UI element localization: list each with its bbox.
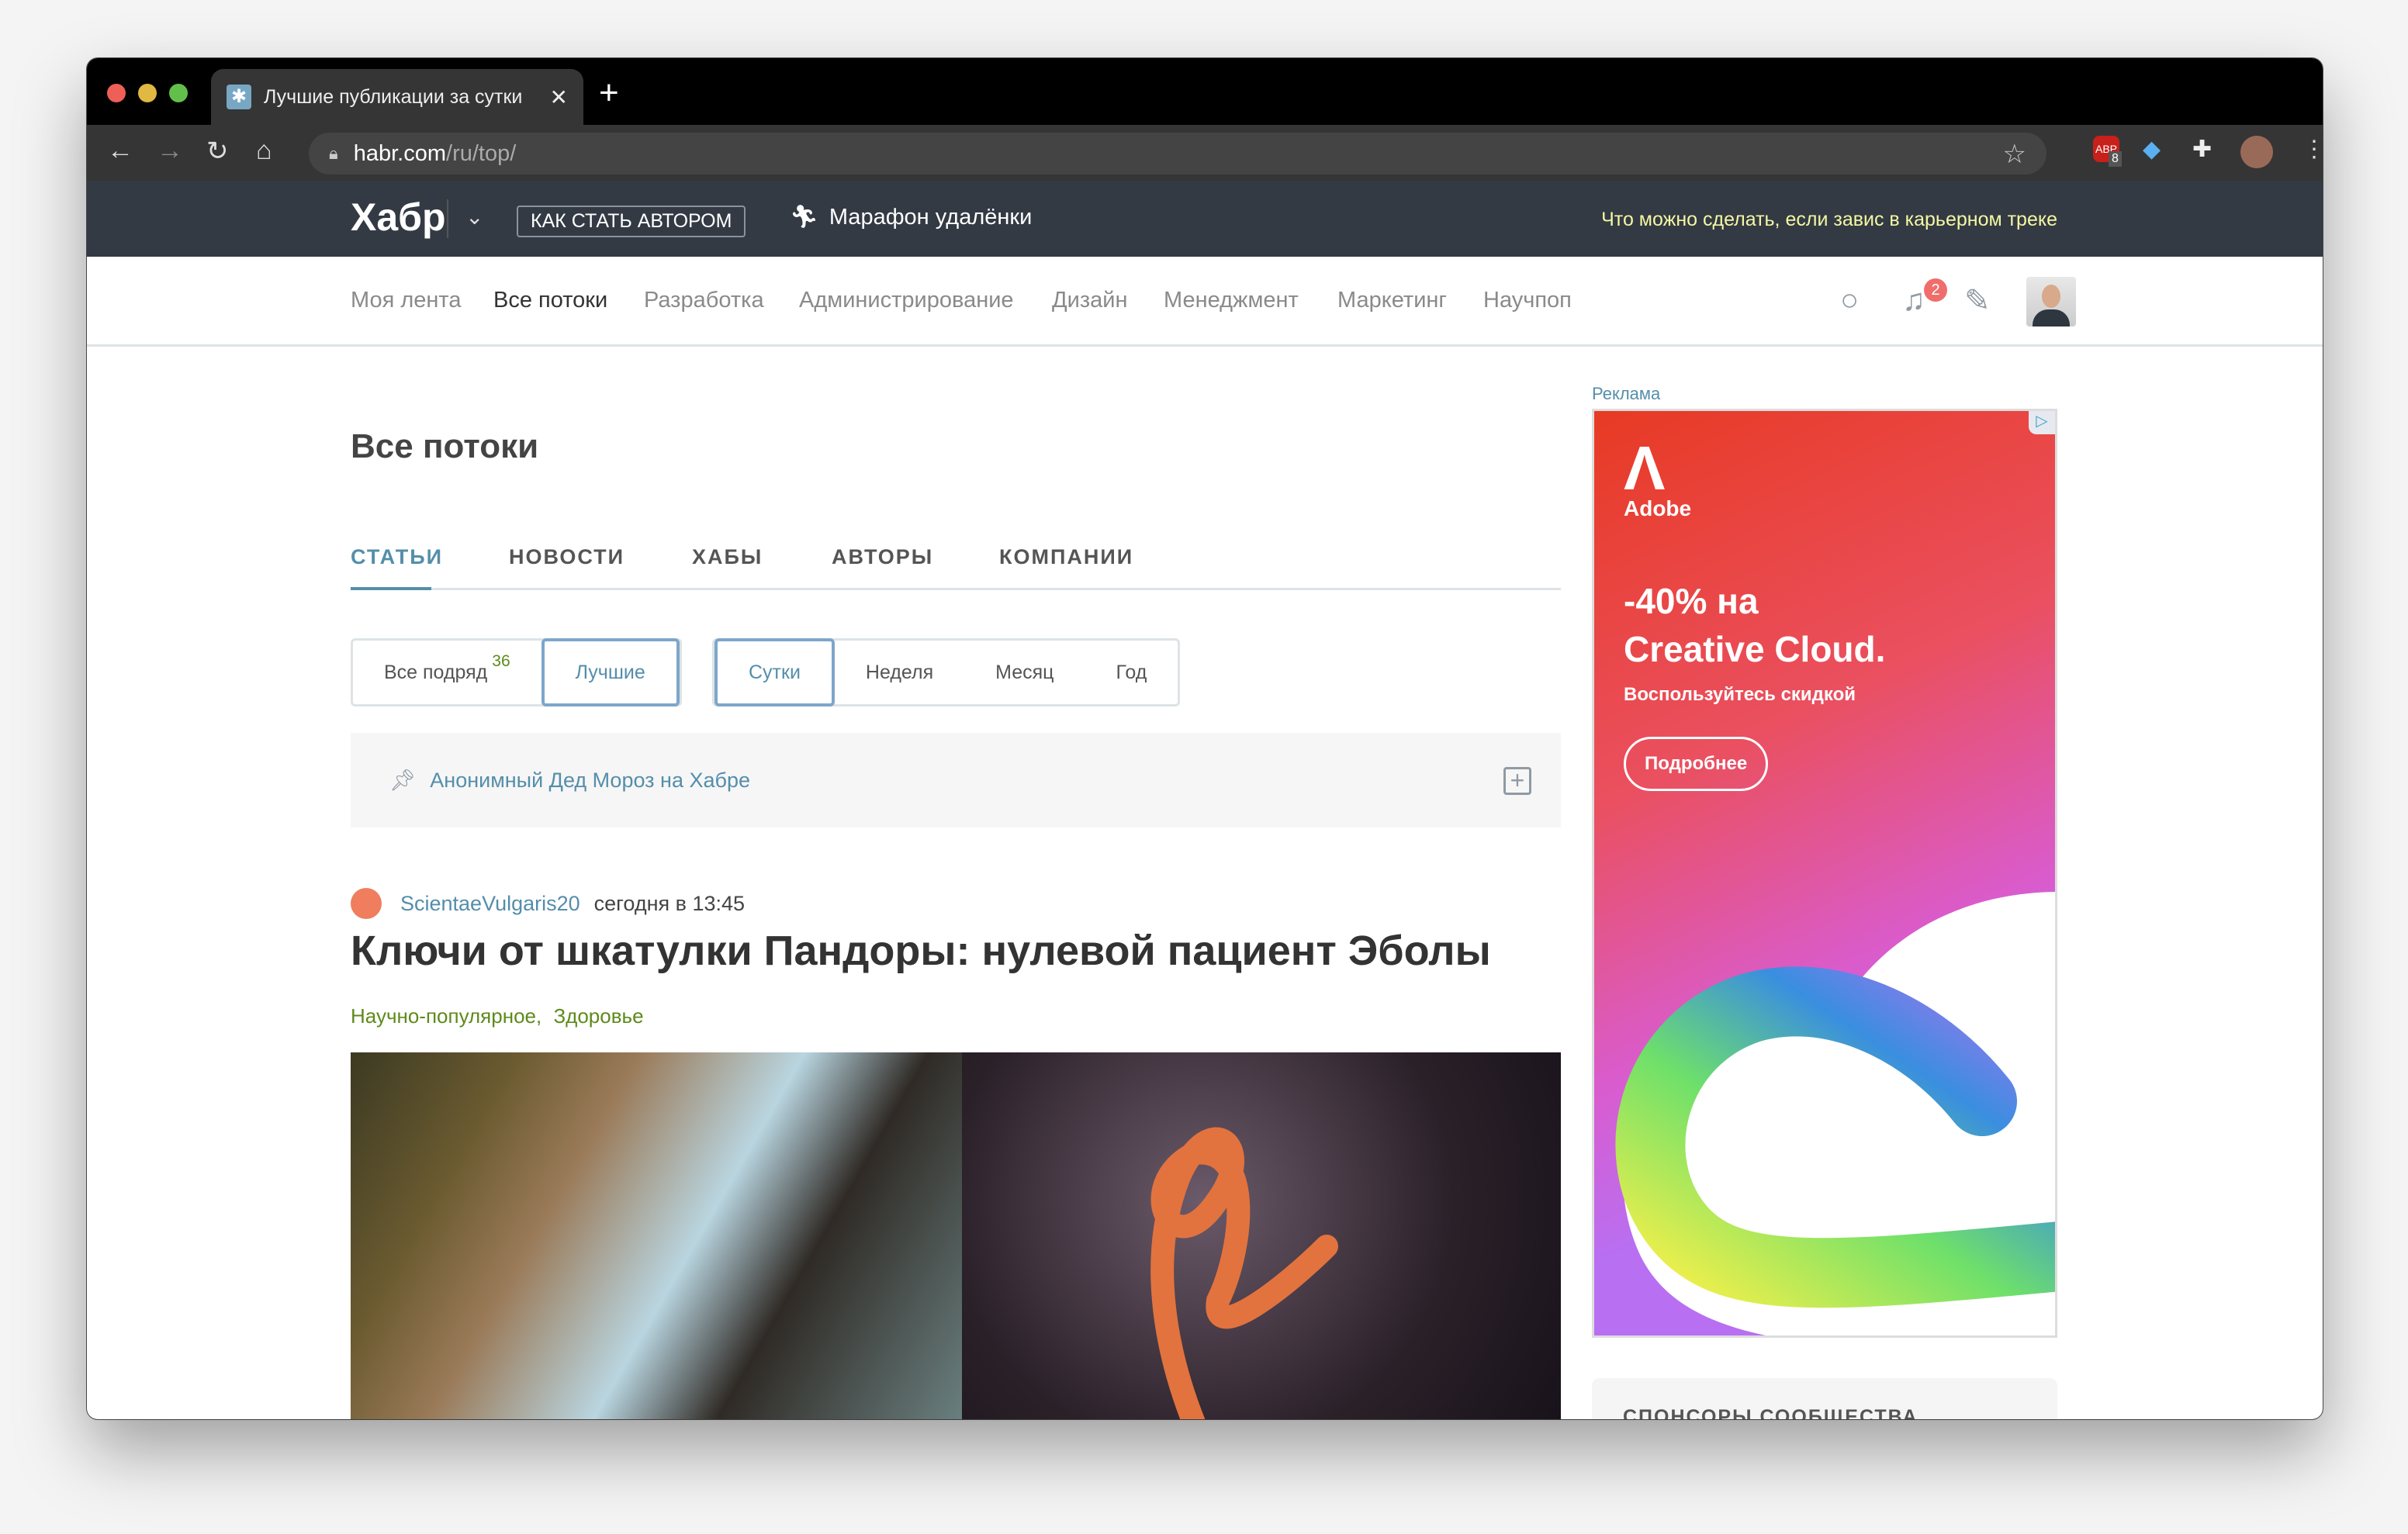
tab-articles[interactable]: СТАТЬИ [351,545,443,569]
filter-all-label: Все подряд [384,661,488,683]
notification-badge: 2 [1924,278,1947,302]
marathon-label: Марафон удалёнки [829,205,1033,230]
sort-filter: Все подряд 36 Лучшие [351,638,682,707]
address-bar[interactable]: 🔒︎ habr.com/ru/top/ ☆ [309,133,2046,174]
period-year[interactable]: Год [1085,638,1178,707]
adobe-logo: Λ Adobe [1624,434,1692,521]
period-filter: Сутки Неделя Месяц Год [712,638,1181,707]
pinned-link[interactable]: Анонимный Дед Мороз на Хабре [430,769,750,793]
cover-photo-left [351,1052,962,1419]
article-meta: ScientaeVulgaris20 сегодня в 13:45 [351,888,745,919]
filter-all-count: 36 [492,652,510,670]
promo-link[interactable]: Что можно сделать, если завис в карьерно… [1601,209,2057,231]
write-pen-icon[interactable]: ✎ [1964,283,1991,319]
tab-strip: ✱ Лучшие публикации за сутки ✕ + [87,58,2323,125]
reload-icon[interactable]: ↻ [206,136,229,167]
ad-label: Реклама [1592,384,1661,403]
ad-headline: -40% на Creative Cloud. [1624,581,1886,669]
period-week[interactable]: Неделя [835,638,964,707]
virus-illustration [1150,1127,1338,1419]
maximize-window-button[interactable] [169,84,188,102]
author-avatar[interactable] [351,888,382,919]
adobe-ad-banner[interactable]: ▷ Λ Adobe -40% на Creative Cloud. Воспольз… [1592,409,2057,1338]
tab-authors[interactable]: АВТОРЫ [832,545,933,569]
sponsors-heading: СПОНСОРЫ СООБЩЕСТВА [1592,1378,2057,1419]
active-tab-underline [351,587,431,590]
habr-logo[interactable]: Хабр [351,195,446,240]
marathon-link[interactable]: 🏃︎ Марафон удалёнки [790,204,1032,230]
filter-best[interactable]: Лучшие [541,638,680,707]
nav-all-streams[interactable]: Все потоки [493,288,607,313]
ad-more-button[interactable]: Подробнее [1624,737,1769,791]
nav-design[interactable]: Дизайн [1052,288,1127,313]
tab-news[interactable]: НОВОСТИ [509,545,624,569]
hub-link[interactable]: Научно-популярное, [351,1004,541,1028]
chevron-down-icon[interactable]: ⌄ [465,204,483,230]
nav-development[interactable]: Разработка [644,288,764,313]
period-day[interactable]: Сутки [714,638,835,707]
article-title[interactable]: Ключи от шкатулки Пандоры: нулевой пацие… [351,927,1491,975]
nav-popsci[interactable]: Научпоп [1483,288,1572,313]
new-tab-button[interactable]: + [599,74,619,112]
content-tabs: СТАТЬИ НОВОСТИ ХАБЫ АВТОРЫ КОМПАНИИ [351,545,1561,590]
period-month[interactable]: Месяц [964,638,1085,707]
browser-window: ✱ Лучшие публикации за сутки ✕ + ← → ↻ ⌂… [87,58,2323,1419]
bell-icon[interactable]: ♫ [1902,283,1925,318]
browser-toolbar: ← → ↻ ⌂ 🔒︎ habr.com/ru/top/ ☆ ABP 8 ◆ ✚ ⋮ [87,125,2323,181]
divider [447,199,448,238]
main-nav: Моя лента Все потоки Разработка Админист… [87,257,2323,347]
lock-icon: 🔒︎ [329,143,338,163]
search-icon[interactable]: ○ [1840,283,1859,318]
author-link[interactable]: ScientaeVulgaris20 [400,892,580,916]
user-avatar[interactable] [2026,277,2076,326]
creative-cloud-logo [1615,892,2055,1335]
become-author-button[interactable]: КАК СТАТЬ АВТОРОМ [517,206,746,237]
article-date: сегодня в 13:45 [593,891,746,915]
tab-companies[interactable]: КОМПАНИИ [999,545,1133,569]
nav-marketing[interactable]: Маркетинг [1337,288,1447,313]
back-icon[interactable]: ← [107,136,133,166]
habr-topbar: Хабр ⌄ КАК СТАТЬ АВТОРОМ 🏃︎ Марафон удалё… [87,181,2323,257]
minimize-window-button[interactable] [138,84,157,102]
runner-icon: 🏃︎ [790,205,818,230]
article-hubs: Научно-популярное, Здоровье [351,1004,644,1028]
adblock-count: 8 [2109,151,2122,167]
extension-diamond-icon[interactable]: ◆ [2143,136,2161,163]
forward-icon[interactable]: → [157,136,183,166]
extensions-puzzle-icon[interactable]: ✚ [2192,136,2212,163]
adchoices-icon[interactable]: ▷ [2029,411,2055,434]
tab-hubs[interactable]: ХАБЫ [692,545,763,569]
filter-best-label: Лучшие [575,661,645,683]
nav-my-feed[interactable]: Моя лента [351,288,462,313]
pinned-post: 📌︎ Анонимный Дед Мороз на Хабре + [351,733,1561,827]
url-host: habr.com [353,140,447,166]
close-window-button[interactable] [107,84,126,102]
close-tab-icon[interactable]: ✕ [550,85,568,110]
article-cover-image[interactable] [351,1052,1561,1419]
page-title: Все потоки [351,427,539,465]
expand-plus-icon[interactable]: + [1503,767,1531,795]
ad-subtitle: Воспользуйтесь скидкой [1624,684,1856,705]
tab-title: Лучшие публикации за сутки [264,85,523,108]
bookmark-star-icon[interactable]: ☆ [2003,139,2026,170]
cover-photo-right [962,1052,1561,1419]
browser-tab[interactable]: ✱ Лучшие публикации за сутки ✕ [211,69,583,125]
home-icon[interactable]: ⌂ [256,136,272,166]
profile-avatar[interactable] [2240,136,2273,168]
nav-administration[interactable]: Администрирование [799,288,1014,313]
url-path: /ru/top/ [446,140,517,166]
nav-management[interactable]: Менеджмент [1164,288,1299,313]
menu-dots-icon[interactable]: ⋮ [2302,136,2323,163]
habr-favicon-icon: ✱ [227,85,251,109]
adblock-icon[interactable]: ABP 8 [2093,136,2122,167]
pin-icon: 📌︎ [389,769,417,792]
hub-link[interactable]: Здоровье [553,1004,643,1028]
filter-all[interactable]: Все подряд 36 [353,638,541,707]
